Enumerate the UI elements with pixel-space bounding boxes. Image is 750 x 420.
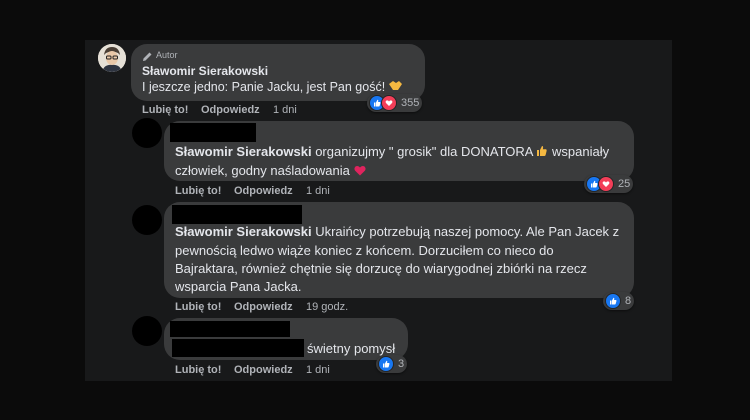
- reactions-summary[interactable]: 8: [603, 292, 635, 310]
- author-avatar[interactable]: [98, 44, 126, 72]
- avatar-redacted[interactable]: [132, 205, 162, 235]
- mention-link[interactable]: Sławomir Sierakowski: [175, 144, 312, 159]
- like-reaction-icon: [378, 356, 394, 372]
- comment-time[interactable]: 1 dni: [306, 364, 330, 376]
- comment-time[interactable]: 1 dni: [273, 104, 297, 116]
- reply-button[interactable]: Odpowiedz: [234, 185, 293, 197]
- comment-text-line: Ukraińcy potrzebują naszej pomocy. Ale P…: [315, 224, 620, 239]
- reaction-count: 8: [625, 295, 632, 307]
- like-button[interactable]: Lubię to!: [142, 104, 188, 116]
- like-button[interactable]: Lubię to!: [175, 185, 221, 197]
- comment-text-line-3: Bajraktara, również chętnie się dorzucę …: [175, 261, 587, 276]
- redacted-name: [170, 321, 290, 337]
- comment-text-line: człowiek, godny naśladowania: [175, 163, 350, 178]
- avatar-drawing: [98, 44, 126, 72]
- redacted-name: [170, 123, 256, 142]
- thumbs-up-emoji-icon: [536, 143, 548, 162]
- comment-time[interactable]: 1 dni: [306, 185, 330, 197]
- comment-text: Sławomir Sierakowski Ukraińcy potrzebują…: [175, 222, 619, 241]
- comment-text-tail: wspaniały: [552, 144, 610, 159]
- reply-button[interactable]: Odpowiedz: [234, 364, 293, 376]
- comment-text-line-2: człowiek, godny naśladowania: [175, 161, 366, 181]
- reaction-count: 355: [401, 97, 420, 109]
- reactions-summary[interactable]: 25: [584, 175, 634, 193]
- comment-text-content: I jeszcze jedno: Panie Jacku, jest Pan g…: [142, 80, 386, 94]
- heart-emoji-icon: [353, 162, 366, 181]
- comment-author-name[interactable]: Sławomir Sierakowski: [142, 64, 268, 78]
- comment-time[interactable]: 19 godz.: [306, 301, 348, 313]
- comment-text: I jeszcze jedno: Panie Jacku, jest Pan g…: [142, 78, 402, 97]
- reply-button[interactable]: Odpowiedz: [234, 301, 293, 313]
- love-reaction-icon: [381, 95, 397, 111]
- reactions-summary[interactable]: 355: [367, 94, 423, 112]
- comment-text: Sławomir Sierakowski organizujmy " grosi…: [175, 142, 609, 162]
- pencil-icon: [142, 49, 153, 61]
- like-button[interactable]: Lubię to!: [175, 364, 221, 376]
- avatar-redacted[interactable]: [132, 118, 162, 148]
- love-reaction-icon: [598, 176, 614, 192]
- like-reaction-icon: [605, 293, 621, 309]
- reactions-summary[interactable]: 3: [376, 355, 408, 373]
- redacted-text: [172, 339, 304, 357]
- comment-text-line-2: pewnością ledwo wiąże koniec z końcem. D…: [175, 243, 554, 258]
- comment-text-line-4: wsparcia Pana Jacka.: [175, 279, 302, 294]
- reply-button[interactable]: Odpowiedz: [201, 104, 260, 116]
- avatar-redacted[interactable]: [132, 316, 162, 346]
- author-badge: Autor: [156, 50, 178, 60]
- reaction-count: 25: [618, 178, 631, 190]
- mention-link[interactable]: Sławomir Sierakowski: [175, 224, 312, 239]
- reaction-count: 3: [398, 358, 405, 370]
- comment-text-line: organizujmy " grosik" dla DONATORA: [315, 144, 533, 159]
- like-button[interactable]: Lubię to!: [175, 301, 221, 313]
